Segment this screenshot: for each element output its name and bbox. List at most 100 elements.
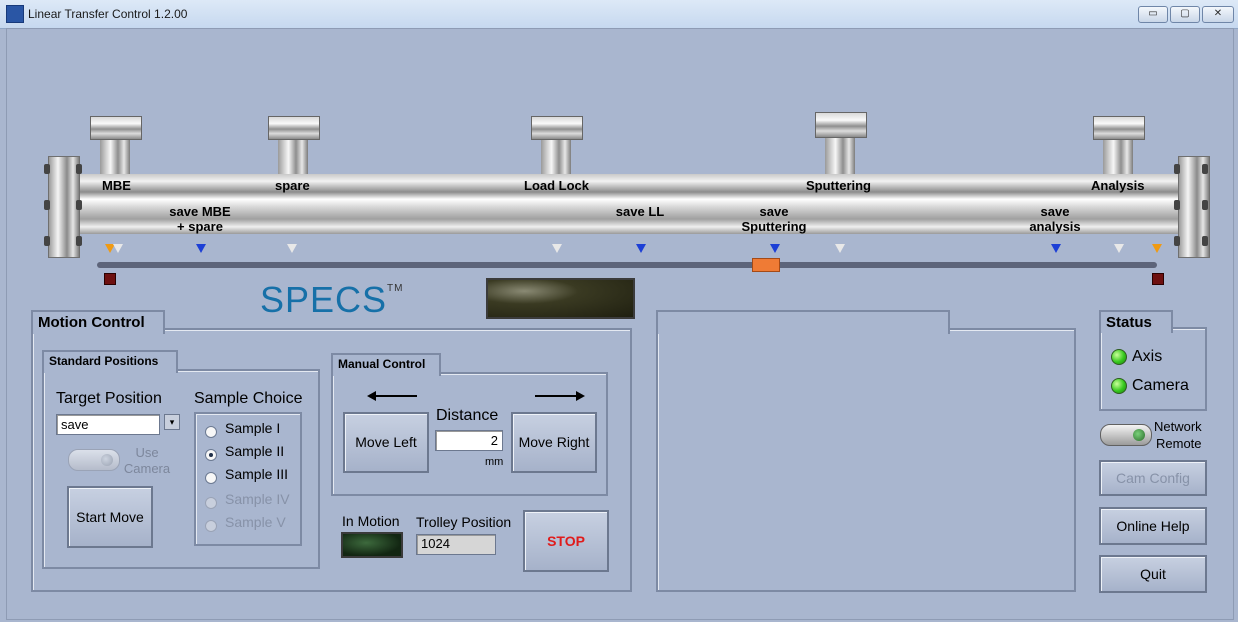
trolley-indicator[interactable] xyxy=(752,258,780,272)
network-label: Network xyxy=(1154,419,1202,434)
move-left-button[interactable]: Move Left xyxy=(343,412,429,473)
start-move-button[interactable]: Start Move xyxy=(67,486,153,548)
specs-logo: SPECSTM xyxy=(260,279,404,321)
axis-label: Axis xyxy=(1132,348,1163,365)
status-title: Status xyxy=(1099,310,1173,333)
flange-bolt xyxy=(44,236,50,246)
manual-control-title: Manual Control xyxy=(331,353,441,376)
position-marker xyxy=(552,244,562,253)
port-cap xyxy=(1093,116,1145,140)
trolley-track xyxy=(97,262,1157,268)
flange-bolt xyxy=(76,200,82,210)
in-motion-indicator xyxy=(341,532,403,558)
port-cap xyxy=(531,116,583,140)
online-help-button[interactable]: Online Help xyxy=(1099,507,1207,545)
use-camera-label: Use Camera xyxy=(123,445,171,476)
position-marker xyxy=(1114,244,1124,253)
save-label-line: save LL xyxy=(615,204,665,219)
right-arrow-icon xyxy=(535,395,577,397)
info-panel-tab xyxy=(656,310,950,334)
save-label: save Sputtering xyxy=(724,204,824,234)
flange-bolt xyxy=(1174,200,1180,210)
save-label-line: save MBE xyxy=(169,204,231,219)
sample-i-label: Sample I xyxy=(225,420,281,436)
toggle-knob xyxy=(1133,429,1145,441)
motion-control-title: Motion Control xyxy=(31,310,165,334)
flange-bolt xyxy=(76,164,82,174)
port-label-load-lock: Load Lock xyxy=(524,178,590,193)
logo-tm: TM xyxy=(387,283,404,294)
trolley-position-label: Trolley Position xyxy=(416,514,512,530)
left-arrowhead-icon xyxy=(367,391,376,401)
port-label-mbe: MBE xyxy=(102,178,131,193)
distance-label: Distance xyxy=(436,407,499,424)
distance-input[interactable] xyxy=(435,430,503,451)
use-camera-toggle[interactable] xyxy=(68,449,120,471)
move-right-button[interactable]: Move Right xyxy=(511,412,597,473)
target-dropdown-button[interactable]: ▾ xyxy=(164,414,180,430)
sample-iii-label: Sample III xyxy=(225,466,289,482)
camera-led-icon xyxy=(1111,378,1127,394)
toggle-knob xyxy=(101,454,113,466)
flange-bolt xyxy=(1202,236,1208,246)
save-label: save LL xyxy=(590,204,690,219)
sample-i-radio[interactable] xyxy=(205,426,217,438)
right-limit-indicator xyxy=(1152,273,1164,285)
save-label: save analysis xyxy=(1005,204,1105,234)
flange-bolt xyxy=(1202,164,1208,174)
save-label-line: save xyxy=(759,204,789,219)
target-position-input[interactable] xyxy=(56,414,160,435)
port-label-sputtering: Sputtering xyxy=(806,178,871,193)
trolley-position-value: 1024 xyxy=(416,534,496,555)
save-label-line: Sputtering xyxy=(741,219,807,234)
target-position-label: Target Position xyxy=(56,390,162,407)
sample-iv-radio[interactable] xyxy=(205,497,217,509)
left-limit-indicator xyxy=(104,273,116,285)
flange-bolt xyxy=(1202,200,1208,210)
position-marker xyxy=(835,244,845,253)
sample-v-label: Sample V xyxy=(225,514,286,530)
flange-bolt xyxy=(44,200,50,210)
logo-text: SPECS xyxy=(260,279,388,320)
camera-preview xyxy=(486,278,635,319)
quit-button[interactable]: Quit xyxy=(1099,555,1207,593)
port-label-spare: spare xyxy=(275,178,310,193)
save-label: save MBE + spare xyxy=(150,204,250,234)
flange-bolt xyxy=(76,236,82,246)
sample-ii-label: Sample II xyxy=(225,443,285,459)
status-group xyxy=(1099,327,1207,411)
transfer-pipe-diagram: MBE spare Load Lock Sputtering Analysis … xyxy=(0,0,1238,290)
flange-bolt xyxy=(1174,164,1180,174)
position-marker xyxy=(287,244,297,253)
stop-button[interactable]: STOP xyxy=(523,510,609,572)
network-remote-toggle[interactable] xyxy=(1100,424,1152,446)
standard-positions-title: Standard Positions xyxy=(42,350,178,373)
right-arrowhead-icon xyxy=(576,391,585,401)
sample-iii-radio[interactable] xyxy=(205,472,217,484)
camera-label: Camera xyxy=(1132,377,1189,394)
save-label-line: + spare xyxy=(177,219,223,234)
sample-ii-radio[interactable] xyxy=(205,449,217,461)
sample-choice-label: Sample Choice xyxy=(194,390,303,407)
save-label-line: save xyxy=(1040,204,1070,219)
sample-v-radio[interactable] xyxy=(205,520,217,532)
distance-unit: mm xyxy=(485,456,504,468)
flange-bolt xyxy=(44,164,50,174)
position-marker xyxy=(196,244,206,253)
port-cap xyxy=(815,112,867,138)
remote-label: Remote xyxy=(1156,436,1202,451)
flange-bolt xyxy=(1174,236,1180,246)
port-cap xyxy=(268,116,320,140)
in-motion-label: In Motion xyxy=(342,513,400,529)
port-label-analysis: Analysis xyxy=(1091,178,1145,193)
save-label-line: analysis xyxy=(1029,219,1081,234)
position-marker xyxy=(770,244,780,253)
position-marker xyxy=(1152,244,1162,253)
axis-led-icon xyxy=(1111,349,1127,365)
port-cap xyxy=(90,116,142,140)
position-marker xyxy=(1051,244,1061,253)
info-panel xyxy=(656,328,1076,592)
sample-iv-label: Sample IV xyxy=(225,491,290,507)
left-arrow-icon xyxy=(375,395,417,397)
cam-config-button[interactable]: Cam Config xyxy=(1099,460,1207,496)
